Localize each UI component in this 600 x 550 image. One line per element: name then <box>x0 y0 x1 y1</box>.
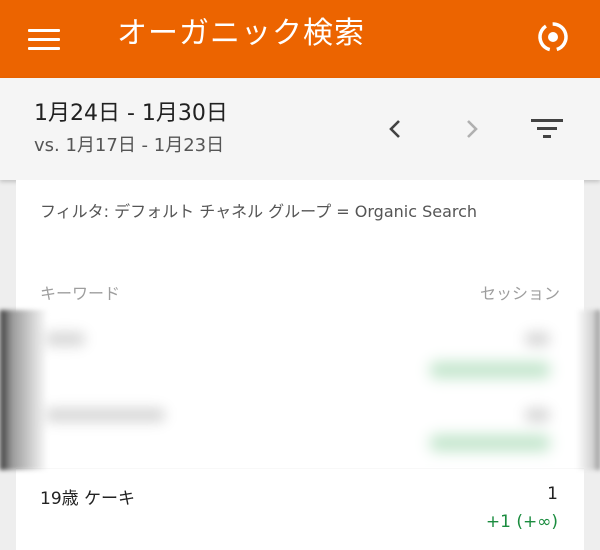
date-range-bar: 1月24日 - 1月30日 vs. 1月17日 - 1月23日 <box>0 78 600 180</box>
column-header-sessions: セッション <box>479 284 560 303</box>
keyword-cell: 19歳 ケーキ <box>40 489 136 509</box>
sessions-delta: +1 (+∞) <box>485 512 558 532</box>
page-title: オーガニック検索 <box>117 16 365 51</box>
account-switch-icon[interactable] <box>534 18 572 56</box>
column-header-keyword: キーワード <box>40 284 121 303</box>
menu-icon[interactable] <box>28 22 62 56</box>
chevron-left-icon[interactable] <box>381 114 411 144</box>
sessions-value: 1 <box>547 484 558 504</box>
compare-range: vs. 1月17日 - 1月23日 <box>34 135 225 156</box>
filter-description: フィルタ: デフォルト チャネル グループ = Organic Search <box>40 202 478 221</box>
filter-icon[interactable] <box>530 115 564 143</box>
chevron-right-icon[interactable] <box>457 114 487 144</box>
app-bar: オーガニック検索 <box>0 0 600 78</box>
redacted-rows <box>0 310 600 470</box>
date-range[interactable]: 1月24日 - 1月30日 <box>34 100 228 128</box>
